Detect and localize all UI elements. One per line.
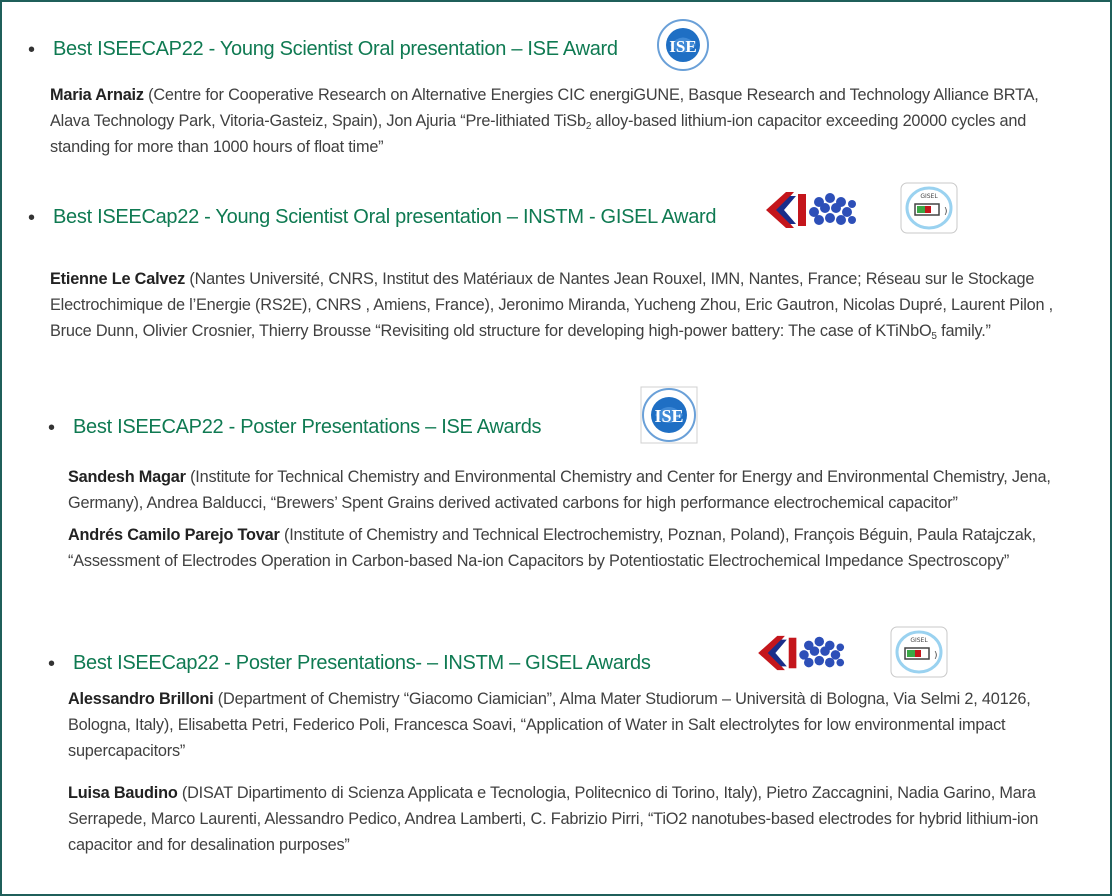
- recipient-name: Sandesh Magar: [68, 468, 186, 486]
- recipient-name: Maria Arnaiz: [50, 86, 144, 104]
- recipient-name: Andrés Camilo Parejo Tovar: [68, 526, 280, 544]
- svg-text:): ): [944, 207, 948, 217]
- gisel-logo: GISEL ): [890, 626, 948, 678]
- bullet: •: [48, 652, 56, 675]
- award-entry: Etienne Le Calvez (Nantes Université, CN…: [50, 266, 1080, 344]
- entry-details-cont: family.”: [936, 322, 991, 340]
- recipient-name: Etienne Le Calvez: [50, 270, 186, 288]
- ise-logo: ISE: [640, 386, 698, 444]
- recipient-name: Luisa Baudino: [68, 784, 178, 802]
- gisel-logo: GISEL ): [900, 182, 958, 234]
- entry-details: (Department of Chemistry “Giacomo Ciamic…: [68, 690, 1031, 760]
- award-heading: • Best ISEECAP22 - Young Scientist Oral …: [28, 38, 618, 61]
- instm-logo: [758, 635, 845, 671]
- award-entry: Luisa Baudino (DISAT Dipartimento di Sci…: [68, 780, 1068, 858]
- award-heading: • Best ISEECap22 - Poster Presentations-…: [48, 652, 651, 675]
- award-entry: Sandesh Magar (Institute for Technical C…: [68, 464, 1088, 516]
- award-title: Best ISEECAP22 - Poster Presentations – …: [73, 416, 542, 438]
- award-heading: • Best ISEECap22 - Young Scientist Oral …: [28, 206, 717, 229]
- svg-text:ISE: ISE: [654, 406, 683, 426]
- svg-text:GISEL: GISEL: [920, 193, 938, 200]
- award-entry: Alessandro Brilloni (Department of Chemi…: [68, 686, 1068, 764]
- award-entry: Maria Arnaiz (Centre for Cooperative Res…: [50, 82, 1070, 160]
- awards-page: { "awards": [ { "title": "Best ISEECAP22…: [0, 0, 1112, 896]
- bullet: •: [48, 416, 56, 439]
- entry-details: (DISAT Dipartimento di Scienza Applicata…: [68, 784, 1039, 854]
- svg-text:ISE: ISE: [669, 37, 696, 56]
- ise-logo: ISE: [657, 19, 709, 71]
- svg-text:): ): [934, 651, 938, 661]
- award-heading: • Best ISEECAP22 - Poster Presentations …: [48, 416, 542, 439]
- bullet: •: [28, 38, 36, 61]
- entry-details: (Nantes Université, CNRS, Institut des M…: [50, 270, 1054, 340]
- bullet: •: [28, 206, 36, 229]
- instm-logo: [766, 192, 856, 228]
- award-title: Best ISEECap22 - Young Scientist Oral pr…: [53, 206, 717, 228]
- entry-details: (Institute for Technical Chemistry and E…: [68, 468, 1051, 512]
- recipient-name: Alessandro Brilloni: [68, 690, 214, 708]
- award-title: Best ISEECap22 - Poster Presentations- –…: [73, 652, 651, 674]
- award-title: Best ISEECAP22 - Young Scientist Oral pr…: [53, 38, 618, 60]
- award-entry: Andrés Camilo Parejo Tovar (Institute of…: [68, 522, 1078, 574]
- svg-text:GISEL: GISEL: [910, 637, 928, 644]
